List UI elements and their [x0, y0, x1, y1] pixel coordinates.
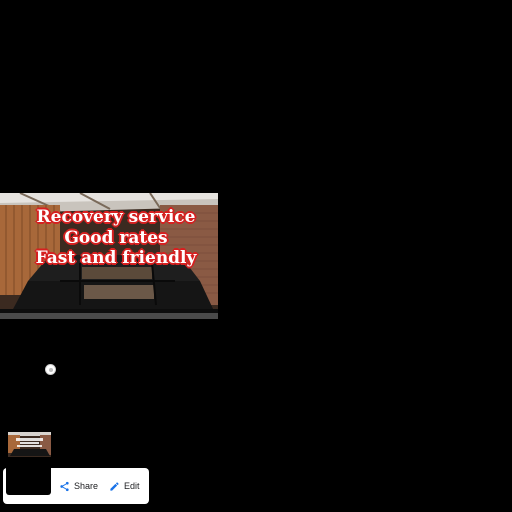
overlay-line-3: Fast and friendly — [35, 248, 197, 268]
photo-viewer: Recovery service Good rates Fast and fri… — [0, 0, 512, 512]
main-photo[interactable]: Recovery service Good rates Fast and fri… — [0, 193, 218, 319]
cursor-dot — [45, 364, 56, 375]
edit-button[interactable]: Edit — [105, 475, 144, 497]
pencil-icon — [109, 481, 120, 492]
photo-thumbnail[interactable] — [8, 432, 51, 457]
thumbnail-image — [8, 432, 51, 457]
selected-thumbnail-frame[interactable] — [6, 457, 51, 495]
edit-label: Edit — [124, 481, 140, 491]
share-icon — [59, 481, 70, 492]
overlay-line-2: Good rates — [64, 228, 168, 248]
share-label: Share — [74, 481, 99, 491]
overlay-line-1: Recovery service — [36, 207, 196, 227]
share-button[interactable]: Share — [55, 475, 102, 497]
